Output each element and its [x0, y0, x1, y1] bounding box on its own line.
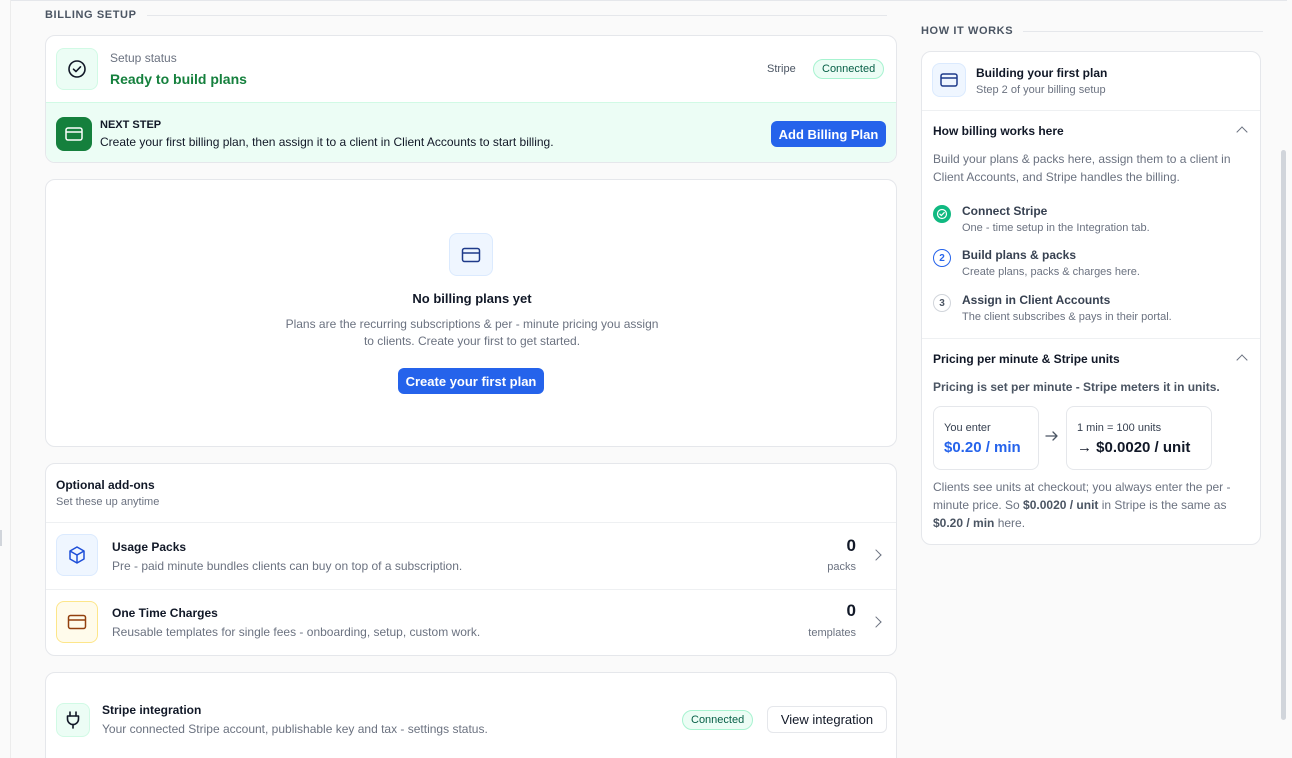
note-unit-price: $0.0020 / unit [1023, 498, 1099, 512]
usage-packs-unit: packs [827, 561, 856, 573]
conversion-value: → $0.0020 / unit [1077, 439, 1191, 456]
package-icon [56, 534, 98, 576]
how-it-works-heading: HOW IT WORKS [921, 25, 1264, 37]
credit-card-icon [932, 63, 966, 97]
step-1-title: Connect Stripe [962, 204, 1048, 218]
billing-intro-line2: Client Accounts, and Stripe handles the … [933, 170, 1180, 184]
you-enter-value: $0.20 / min [944, 439, 1021, 456]
heading-rule [146, 14, 887, 16]
integration-connected-badge: Connected [682, 710, 754, 730]
billing-accordion-header[interactable]: How billing works here [922, 110, 1260, 150]
scrollbar[interactable] [1281, 150, 1286, 720]
one-time-charges-count: 0 [846, 601, 856, 620]
empty-plans-card: No billing plans yet Plans are the recur… [45, 179, 897, 447]
you-enter-box: You enter $0.20 / min [933, 406, 1039, 470]
stripe-connected-badge: Connected [813, 59, 885, 79]
check-circle-icon [56, 48, 98, 90]
addons-subtitle: Set these up anytime [56, 496, 160, 508]
conversion-label: 1 min = 100 units [1077, 422, 1162, 434]
next-step-label: NEXT STEP [100, 119, 162, 131]
heading-rule [1023, 30, 1264, 32]
usage-packs-desc: Pre - paid minute bundles clients can bu… [112, 559, 463, 573]
provider-label: Stripe [767, 63, 796, 75]
add-billing-plan-button[interactable]: Add Billing Plan [771, 121, 886, 147]
billing-setup-heading: BILLING SETUP [45, 9, 887, 21]
step-2-number: 2 [933, 249, 951, 267]
stripe-integration-title: Stripe integration [102, 703, 202, 717]
pricing-note-line3: $0.20 / min here. [933, 516, 1025, 530]
pricing-accordion-header[interactable]: Pricing per minute & Stripe units [922, 338, 1260, 378]
note-text: minute price. So [933, 498, 1024, 512]
stripe-integration-card: Stripe integration Your connected Stripe… [45, 672, 897, 758]
pricing-note-line1: Clients see units at checkout; you alway… [933, 480, 1231, 494]
usage-packs-count: 0 [846, 536, 856, 555]
step-3-title: Assign in Client Accounts [962, 293, 1111, 307]
chevron-up-icon[interactable] [1236, 126, 1248, 138]
optional-addons-card: Optional add-ons Set these up anytime Us… [45, 463, 897, 656]
one-time-charges-row[interactable]: One Time Charges Reusable templates for … [46, 589, 896, 655]
pricing-subtitle: Pricing is set per minute - Stripe meter… [933, 380, 1220, 394]
stripe-integration-desc: Your connected Stripe account, publishab… [102, 722, 488, 736]
setup-status-card: Setup status Ready to build plans Stripe… [45, 35, 897, 163]
step-3-desc: The client subscribes & pays in their po… [962, 311, 1172, 323]
guide-header-title: Building your first plan [976, 66, 1108, 80]
stripe-units-box: 1 min = 100 units → $0.0020 / unit [1066, 406, 1212, 470]
billing-intro-line1: Build your plans & packs here, assign th… [933, 152, 1231, 166]
credit-card-icon [56, 601, 98, 643]
step-3-number: 3 [933, 294, 951, 312]
billing-setup-title: BILLING SETUP [45, 9, 137, 21]
left-edge-marker [0, 530, 2, 546]
usage-packs-title: Usage Packs [112, 540, 187, 554]
note-text: here. [994, 516, 1026, 530]
empty-state-line2: to clients. Create your first to get sta… [363, 334, 581, 348]
note-min-price: $0.20 / min [933, 516, 995, 530]
guide-header-subtitle: Step 2 of your billing setup [976, 84, 1106, 96]
arrow-right-icon [1044, 428, 1060, 444]
step-2-desc: Create plans, packs & charges here. [962, 266, 1140, 278]
one-time-charges-title: One Time Charges [112, 606, 218, 620]
usage-packs-row[interactable]: Usage Packs Pre - paid minute bundles cl… [46, 522, 896, 589]
one-time-charges-desc: Reusable templates for single fees - onb… [112, 625, 481, 639]
note-text: in Stripe is the same as [1098, 498, 1227, 512]
top-divider [11, 0, 1287, 1]
empty-state-line1: Plans are the recurring subscriptions & … [285, 317, 659, 331]
one-time-charges-unit: templates [808, 627, 856, 639]
credit-card-icon [449, 233, 493, 276]
chevron-right-icon [870, 616, 882, 628]
step-2-title: Build plans & packs [962, 248, 1077, 262]
how-it-works-panel: Building your first plan Step 2 of your … [921, 51, 1261, 545]
next-step-text: Create your first billing plan, then ass… [100, 135, 554, 149]
you-enter-label: You enter [944, 422, 991, 434]
pricing-note-line2: minute price. So $0.0020 / unit in Strip… [933, 498, 1226, 512]
setup-status-label: Setup status [110, 51, 177, 65]
step-1-desc: One - time setup in the Integration tab. [962, 222, 1150, 234]
how-it-works-title: HOW IT WORKS [921, 25, 1014, 37]
chevron-up-icon[interactable] [1236, 354, 1248, 366]
create-first-plan-button[interactable]: Create your first plan [398, 368, 544, 394]
empty-state-title: No billing plans yet [412, 291, 532, 306]
chevron-right-icon [870, 549, 882, 561]
credit-card-icon [56, 117, 92, 151]
setup-status-value: Ready to build plans [110, 71, 247, 87]
plug-icon [56, 703, 90, 737]
addons-title: Optional add-ons [56, 478, 155, 492]
step-complete-check-icon [933, 205, 951, 223]
page: BILLING SETUP Setup status Ready to buil… [10, 0, 1287, 758]
billing-accordion-title: How billing works here [933, 124, 1064, 138]
pricing-accordion-title: Pricing per minute & Stripe units [933, 352, 1120, 366]
view-integration-button[interactable]: View integration [767, 706, 887, 733]
next-step-banner: NEXT STEP Create your first billing plan… [46, 102, 896, 162]
